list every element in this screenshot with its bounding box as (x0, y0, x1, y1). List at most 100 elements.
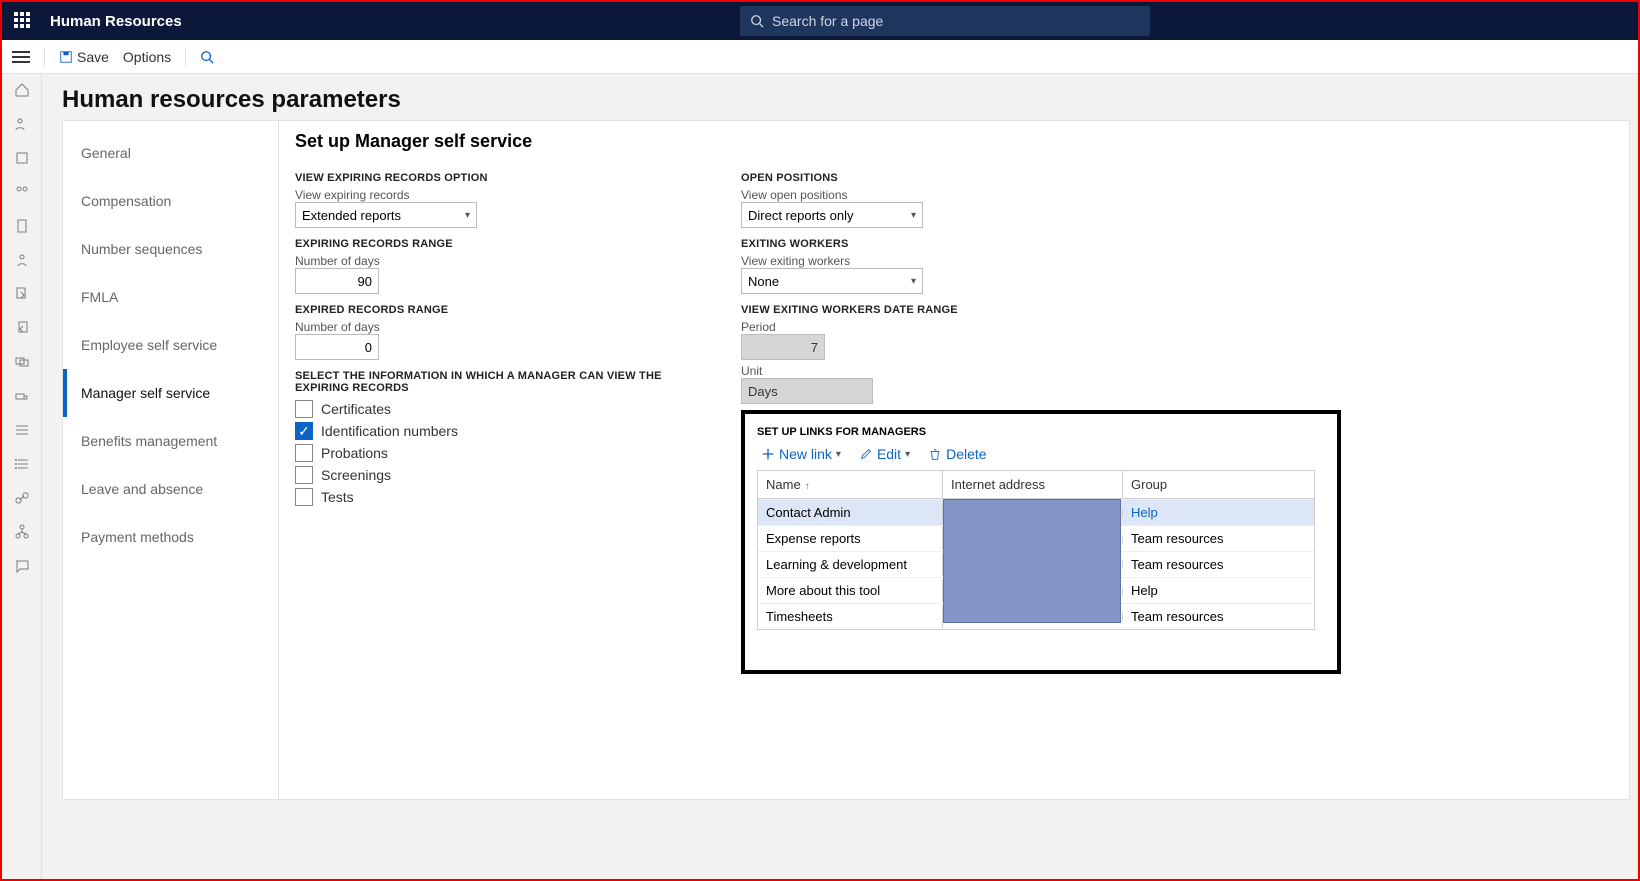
checkbox-tests[interactable]: Tests (295, 488, 705, 506)
checkbox-icon (295, 466, 313, 484)
waffle-icon[interactable] (14, 12, 32, 30)
select-value: Extended reports (302, 208, 401, 223)
checkbox-label: Certificates (321, 401, 391, 417)
cards-icon[interactable] (14, 354, 30, 370)
truck-icon[interactable] (14, 388, 30, 404)
options-button[interactable]: Options (123, 49, 171, 65)
checkbox-icon (295, 488, 313, 506)
label-view-open-positions: View open positions (741, 188, 1341, 202)
tab-fmla[interactable]: FMLA (63, 273, 278, 321)
search-input[interactable]: Search for a page (740, 6, 1150, 36)
separator (185, 47, 186, 67)
label-expired-days: Number of days (295, 320, 705, 334)
col-name[interactable]: Name↑ (758, 471, 943, 498)
doc-out-icon[interactable] (14, 320, 30, 336)
tab-payment-methods[interactable]: Payment methods (63, 513, 278, 561)
form-heading: Set up Manager self service (295, 131, 1613, 152)
section-expiring-range: EXPIRING RECORDS RANGE (295, 238, 705, 250)
tab-number-sequences[interactable]: Number sequences (63, 225, 278, 273)
select-view-expiring-records[interactable]: Extended reports ▾ (295, 202, 477, 228)
cell-name: Contact Admin (758, 501, 943, 524)
tree-icon[interactable] (14, 524, 30, 540)
cell-name: Expense reports (758, 527, 943, 550)
select-value: Days (748, 384, 778, 399)
save-icon (59, 50, 73, 64)
hamburger-icon[interactable] (12, 48, 30, 66)
chevron-down-icon: ▾ (905, 449, 910, 460)
label-unit: Unit (741, 364, 1341, 378)
list-icon[interactable] (14, 456, 30, 472)
chevron-down-icon: ▾ (836, 449, 841, 460)
link-icon[interactable] (14, 490, 30, 506)
input-value: 7 (811, 340, 818, 355)
cell-group: Team resources (1123, 553, 1303, 576)
org-icon[interactable] (14, 150, 30, 166)
form-area: Set up Manager self service VIEW EXPIRIN… (279, 121, 1629, 799)
panel: General Compensation Number sequences FM… (62, 120, 1630, 800)
edit-button[interactable]: Edit ▾ (859, 446, 910, 462)
cell-group: Team resources (1123, 527, 1303, 550)
checkbox-certificates[interactable]: Certificates (295, 400, 705, 418)
input-value: 90 (358, 274, 372, 289)
tab-general[interactable]: General (63, 129, 278, 177)
redaction-mask (943, 499, 1121, 623)
pencil-icon (859, 447, 873, 461)
person-icon[interactable] (14, 252, 30, 268)
save-button[interactable]: Save (59, 49, 109, 65)
team-icon[interactable] (14, 184, 30, 200)
cell-group: Help (1123, 579, 1303, 602)
select-view-open-positions[interactable]: Direct reports only ▾ (741, 202, 923, 228)
input-expiring-days[interactable]: 90 (295, 268, 379, 294)
cell-name: Timesheets (758, 605, 943, 628)
section-open-positions: OPEN POSITIONS (741, 172, 1341, 184)
chevron-down-icon: ▾ (465, 210, 470, 221)
sort-asc-icon: ↑ (805, 481, 810, 492)
people-icon[interactable] (14, 116, 30, 132)
delete-label: Delete (946, 446, 986, 462)
cell-name: More about this tool (758, 579, 943, 602)
clipboard-icon[interactable] (14, 218, 30, 234)
trash-icon (928, 447, 942, 461)
cell-group: Help (1123, 501, 1303, 524)
tab-list: General Compensation Number sequences FM… (63, 121, 279, 799)
tab-manager-self-service[interactable]: Manager self service (63, 369, 278, 417)
checkbox-icon: ✓ (295, 422, 313, 440)
checkbox-label: Probations (321, 445, 388, 461)
select-unit: Days (741, 378, 873, 404)
checkbox-screenings[interactable]: Screenings (295, 466, 705, 484)
home-icon[interactable] (14, 82, 30, 98)
search-icon[interactable] (200, 50, 214, 64)
doc-in-icon[interactable] (14, 286, 30, 302)
col-internet-address[interactable]: Internet address (943, 471, 1123, 498)
tab-leave-and-absence[interactable]: Leave and absence (63, 465, 278, 513)
new-link-button[interactable]: New link ▾ (761, 446, 841, 462)
checkbox-identification-numbers[interactable]: ✓Identification numbers (295, 422, 705, 440)
tab-benefits-management[interactable]: Benefits management (63, 417, 278, 465)
save-label: Save (77, 49, 109, 65)
checkbox-probations[interactable]: Probations (295, 444, 705, 462)
col-group[interactable]: Group (1123, 471, 1303, 498)
edit-label: Edit (877, 446, 901, 462)
stack-icon[interactable] (14, 422, 30, 438)
checkbox-label: Tests (321, 489, 354, 505)
app-title: Human Resources (50, 13, 182, 30)
label-view-expiring-records: View expiring records (295, 188, 705, 202)
separator (44, 47, 45, 67)
select-value: None (748, 274, 779, 289)
heart-chat-icon[interactable] (14, 558, 30, 574)
section-select-info: SELECT THE INFORMATION IN WHICH A MANAGE… (295, 370, 705, 394)
input-expired-days[interactable]: 0 (295, 334, 379, 360)
tab-employee-self-service[interactable]: Employee self service (63, 321, 278, 369)
label-expiring-days: Number of days (295, 254, 705, 268)
chevron-down-icon: ▾ (911, 210, 916, 221)
cell-group: Team resources (1123, 605, 1303, 628)
action-bar: Save Options (2, 40, 1638, 74)
input-value: 0 (365, 340, 372, 355)
tab-compensation[interactable]: Compensation (63, 177, 278, 225)
left-rail (2, 74, 42, 879)
new-link-label: New link (779, 446, 832, 462)
select-view-exiting-workers[interactable]: None ▾ (741, 268, 923, 294)
plus-icon (761, 447, 775, 461)
delete-button[interactable]: Delete (928, 446, 986, 462)
section-exiting-date-range: VIEW EXITING WORKERS DATE RANGE (741, 304, 1341, 316)
